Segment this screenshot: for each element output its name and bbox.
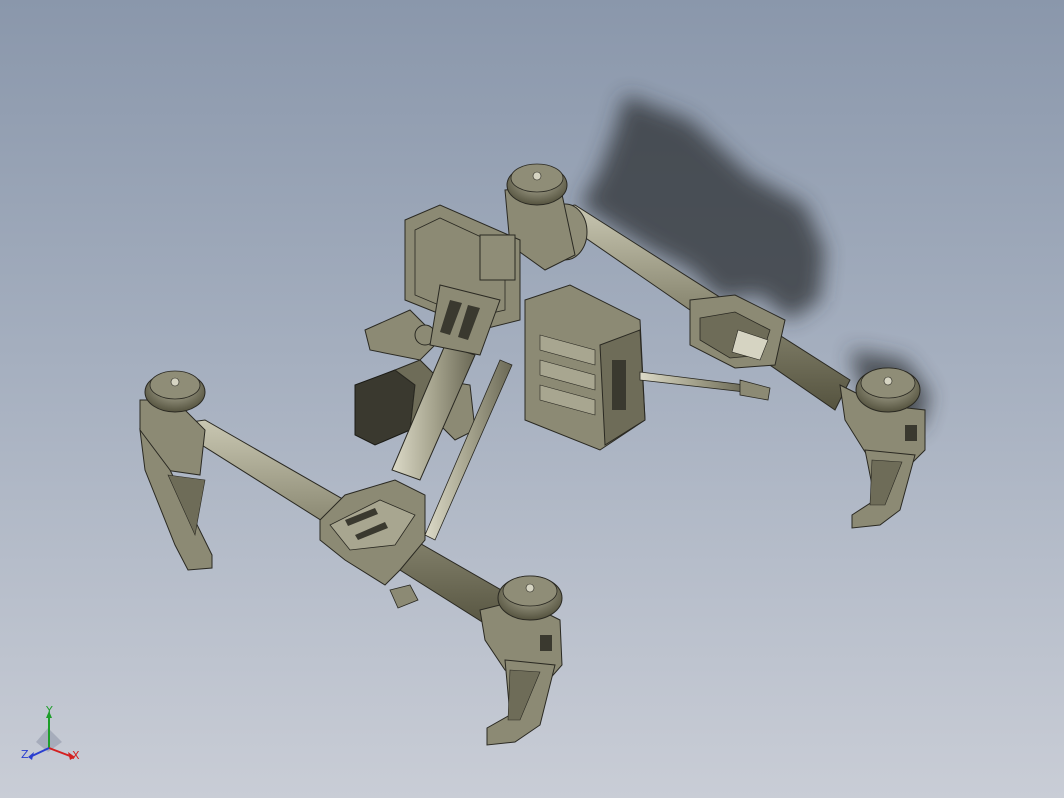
landing-gear-front-right[interactable] — [486, 659, 556, 746]
graphics-viewport[interactable]: X Y Z — [0, 0, 1064, 798]
triad-x-label: X — [72, 749, 80, 762]
landing-gear-right[interactable] — [851, 449, 916, 529]
battery-pack[interactable] — [524, 284, 646, 451]
coordinate-triad: X Y Z — [18, 700, 90, 772]
triad-z-label: Z — [21, 748, 29, 761]
triad-y-label: Y — [46, 704, 53, 717]
support-strut-right[interactable] — [639, 371, 771, 401]
arm-joint-rear[interactable] — [689, 294, 786, 369]
drone-model[interactable] — [0, 0, 1064, 798]
